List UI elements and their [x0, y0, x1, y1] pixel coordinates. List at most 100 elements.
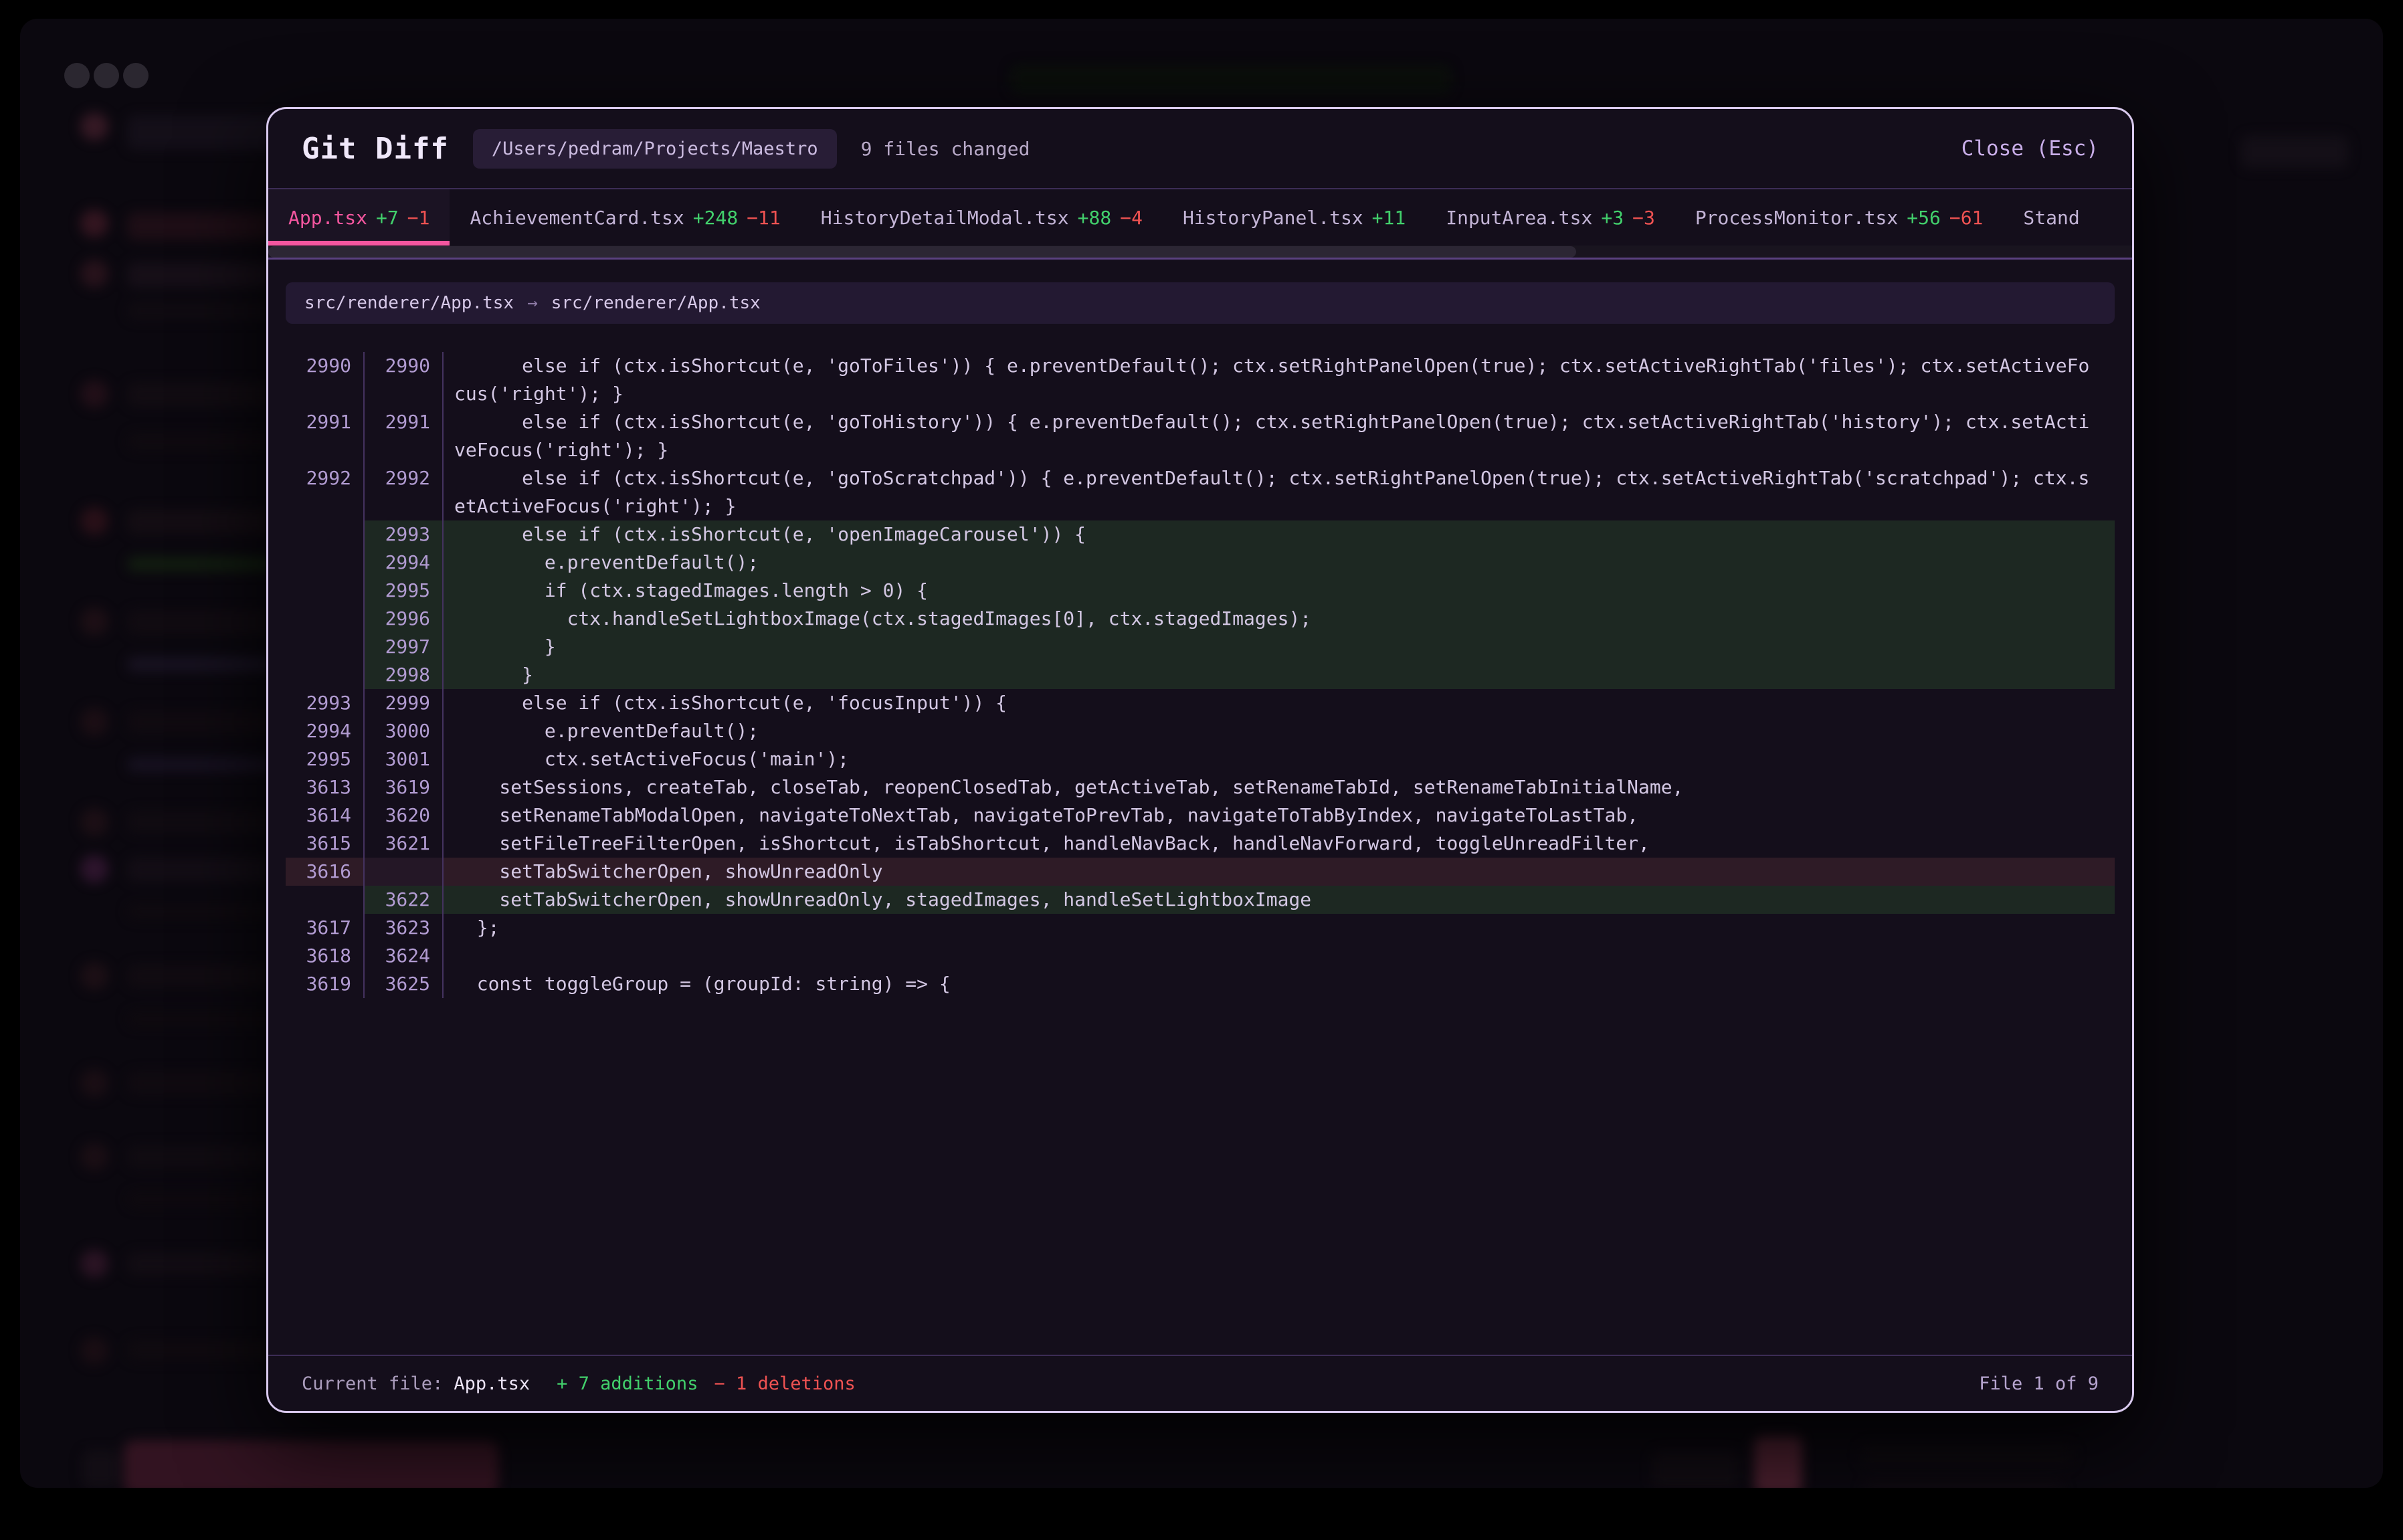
diff-row: cus('right'); } — [286, 380, 2115, 408]
code-line: etActiveFocus('right'); } — [444, 492, 2115, 520]
file-tab[interactable]: HistoryDetailModal.tsx +88 −4 — [801, 189, 1163, 246]
file-tab-name: HistoryDetailModal.tsx — [821, 207, 1069, 229]
old-line-number — [286, 520, 365, 549]
tabs-scrollbar[interactable] — [268, 246, 2132, 260]
deletions-count: − 1 deletions — [714, 1373, 855, 1394]
code-line: else if (ctx.isShortcut(e, 'goToHistory'… — [444, 408, 2115, 436]
code-line: ctx.setActiveFocus('main'); — [444, 745, 2115, 773]
file-tab[interactable]: AchievementCard.tsx +248 −11 — [450, 189, 800, 246]
code-line: setFileTreeFilterOpen, isShortcut, isTab… — [444, 830, 2115, 858]
new-line-number: 3001 — [365, 745, 444, 773]
background-sidebar-icon-blurred — [80, 1337, 108, 1365]
code-line: setTabSwitcherOpen, showUnreadOnly — [444, 858, 2115, 886]
code-line: veFocus('right'); } — [444, 436, 2115, 464]
diff-row: 2991 2991 else if (ctx.isShortcut(e, 'go… — [286, 408, 2115, 436]
background-topright-control — [2241, 136, 2348, 168]
file-tab-name: ProcessMonitor.tsx — [1695, 207, 1898, 229]
old-line-number — [286, 661, 365, 689]
old-line-number: 3615 — [286, 830, 365, 858]
file-tab[interactable]: InputArea.tsx +3 −3 — [1426, 189, 1675, 246]
new-line-number: 3623 — [365, 914, 444, 942]
modal-title: Git Diff — [302, 132, 449, 166]
file-tab-deletions: −61 — [1949, 207, 1984, 229]
old-line-number — [286, 380, 365, 408]
diff-row: 2994 3000 e.preventDefault(); — [286, 717, 2115, 745]
modal-header: Git Diff /Users/pedram/Projects/Maestro … — [268, 109, 2132, 189]
code-line: const toggleGroup = (groupId: string) =>… — [444, 970, 2115, 998]
background-sidebar-icon-blurred — [80, 380, 108, 408]
new-line-number — [365, 492, 444, 520]
code-line: else if (ctx.isShortcut(e, 'openImageCar… — [444, 520, 2115, 549]
background-sidebar-icon-blurred — [80, 260, 108, 288]
file-tab[interactable]: App.tsx +7 −1 — [268, 189, 450, 246]
old-line-number: 3614 — [286, 801, 365, 830]
close-button[interactable]: Close (Esc) — [1961, 136, 2099, 161]
code-line: else if (ctx.isShortcut(e, 'goToFiles'))… — [444, 352, 2115, 380]
background-bottom-icon — [82, 1450, 119, 1488]
new-line-number: 2992 — [365, 464, 444, 492]
code-line: cus('right'); } — [444, 380, 2115, 408]
background-sidebar-icon-blurred — [80, 962, 108, 990]
old-line-number: 3619 — [286, 970, 365, 998]
background-status-text-blurred — [1863, 1480, 2064, 1488]
diff-row: 2998 } — [286, 661, 2115, 689]
diff-content: src/renderer/App.tsx → src/renderer/App.… — [268, 260, 2132, 1355]
file-tab[interactable]: ProcessMonitor.tsx +56 −61 — [1675, 189, 2004, 246]
repo-path-badge: /Users/pedram/Projects/Maestro — [473, 129, 837, 169]
file-tab-additions: +3 — [1601, 207, 1624, 229]
code-line — [444, 942, 2115, 970]
old-line-number — [286, 436, 365, 464]
additions-count: + 7 additions — [557, 1373, 698, 1394]
background-sidebar-icon-blurred — [80, 112, 108, 140]
file-path-from: src/renderer/App.tsx — [304, 293, 514, 313]
new-line-number — [365, 436, 444, 464]
new-line-number: 3620 — [365, 801, 444, 830]
file-tab[interactable]: HistoryPanel.tsx +11 — [1163, 189, 1426, 246]
background-sidebar-icon-blurred — [80, 1069, 108, 1097]
tabs-scrollbar-thumb[interactable] — [268, 246, 1576, 258]
old-line-number: 3617 — [286, 914, 365, 942]
background-sidebar-icon-blurred — [80, 1143, 108, 1171]
file-path-to: src/renderer/App.tsx — [551, 293, 761, 313]
code-line: else if (ctx.isShortcut(e, 'goToScratchp… — [444, 464, 2115, 492]
background-primary-button-blurred — [124, 1440, 498, 1488]
file-tab-deletions: −1 — [407, 207, 430, 229]
new-line-number: 2994 — [365, 549, 444, 577]
diff-row: 3614 3620 setRenameTabModalOpen, navigat… — [286, 801, 2115, 830]
code-line: } — [444, 633, 2115, 661]
file-tab-additions: +56 — [1907, 207, 1941, 229]
new-line-number: 2999 — [365, 689, 444, 717]
modal-footer: Current file: App.tsx + 7 additions − 1 … — [268, 1355, 2132, 1411]
diff-row: 2993 2999 else if (ctx.isShortcut(e, 'fo… — [286, 689, 2115, 717]
diff-row: 3619 3625 const toggleGroup = (groupId: … — [286, 970, 2115, 998]
old-line-number — [286, 633, 365, 661]
code-line: if (ctx.stagedImages.length > 0) { — [444, 577, 2115, 605]
old-line-number: 3613 — [286, 773, 365, 801]
diff-row: 2993 else if (ctx.isShortcut(e, 'openIma… — [286, 520, 2115, 549]
new-line-number: 3000 — [365, 717, 444, 745]
file-position: File 1 of 9 — [1979, 1373, 2099, 1394]
diff-row: 2990 2990 else if (ctx.isShortcut(e, 'go… — [286, 352, 2115, 380]
diff-row: 3618 3624 — [286, 942, 2115, 970]
background-sidebar-icon-blurred — [80, 1250, 108, 1278]
old-line-number — [286, 492, 365, 520]
background-sidebar-icon-blurred — [80, 607, 108, 636]
code-line: ctx.handleSetLightboxImage(ctx.stagedIma… — [444, 605, 2115, 633]
new-line-number: 2991 — [365, 408, 444, 436]
new-line-number: 2996 — [365, 605, 444, 633]
old-line-number: 2995 — [286, 745, 365, 773]
code-line: } — [444, 661, 2115, 689]
window-title-blurred — [1010, 64, 1452, 94]
file-tab-deletions: −3 — [1632, 207, 1655, 229]
old-line-number — [286, 886, 365, 914]
old-line-number: 2994 — [286, 717, 365, 745]
diff-row: etActiveFocus('right'); } — [286, 492, 2115, 520]
diff-row: 3613 3619 setSessions, createTab, closeT… — [286, 773, 2115, 801]
file-tab[interactable]: Stand — [2003, 189, 2099, 246]
new-line-number: 2993 — [365, 520, 444, 549]
file-tab-name: Stand — [2023, 207, 2079, 229]
new-line-number: 3622 — [365, 886, 444, 914]
code-line: e.preventDefault(); — [444, 549, 2115, 577]
diff-row: 2995 if (ctx.stagedImages.length > 0) { — [286, 577, 2115, 605]
diff-row: 3616 setTabSwitcherOpen, showUnreadOnly — [286, 858, 2115, 886]
